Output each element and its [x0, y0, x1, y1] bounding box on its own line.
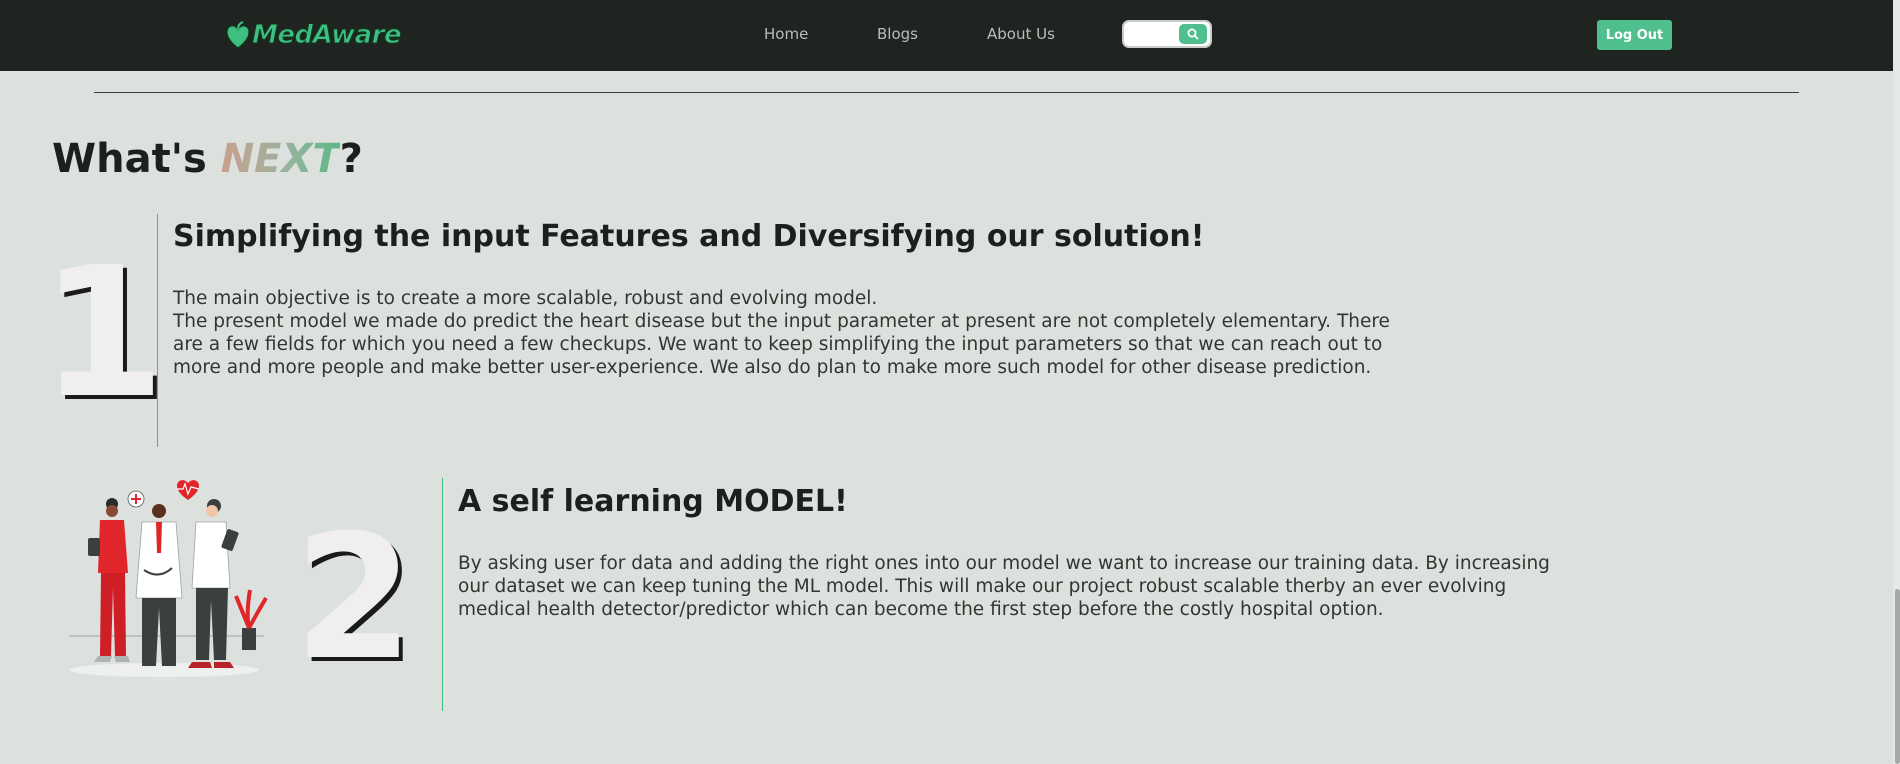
section-1-body: The main objective is to create a more s…	[173, 287, 1413, 379]
nav-blogs-link[interactable]: Blogs	[877, 25, 918, 43]
step-number-1: 1	[40, 229, 166, 438]
nav-home-link[interactable]: Home	[764, 25, 808, 43]
heading-highlight: NEXT	[220, 136, 340, 182]
section-2-title: A self learning MODEL!	[458, 484, 848, 519]
page-heading: What's NEXT?	[52, 136, 363, 182]
nav-about-link[interactable]: About Us	[987, 25, 1055, 43]
search-button[interactable]	[1179, 24, 1207, 44]
section-divider	[94, 92, 1799, 93]
section-1-paragraph-2: The present model we made do predict the…	[173, 311, 1390, 378]
section-1-title: Simplifying the input Features and Diver…	[173, 219, 1205, 254]
search-icon	[1187, 28, 1199, 40]
step-number-2: 2	[294, 497, 414, 698]
section-2-paragraph-1: By asking user for data and adding the r…	[458, 553, 1550, 620]
section-2-accent-line	[442, 478, 443, 711]
section-1-accent-line	[157, 214, 158, 447]
scrollbar-thumb[interactable]	[1895, 589, 1900, 764]
heart-logo-icon	[226, 21, 250, 49]
section-2-body: By asking user for data and adding the r…	[458, 552, 1578, 621]
top-navbar: MedAware Home Blogs About Us Log Out	[0, 0, 1900, 71]
brand-logo[interactable]: MedAware	[226, 17, 402, 53]
logout-button[interactable]: Log Out	[1597, 20, 1672, 50]
heading-prefix: What's	[52, 136, 221, 182]
heading-suffix: ?	[339, 136, 363, 182]
heart-pulse-icon	[177, 480, 199, 500]
brand-name: MedAware	[251, 20, 402, 51]
section-1-paragraph-1: The main objective is to create a more s…	[173, 288, 878, 309]
search-input[interactable]	[1122, 20, 1212, 48]
doctors-illustration	[69, 480, 268, 677]
